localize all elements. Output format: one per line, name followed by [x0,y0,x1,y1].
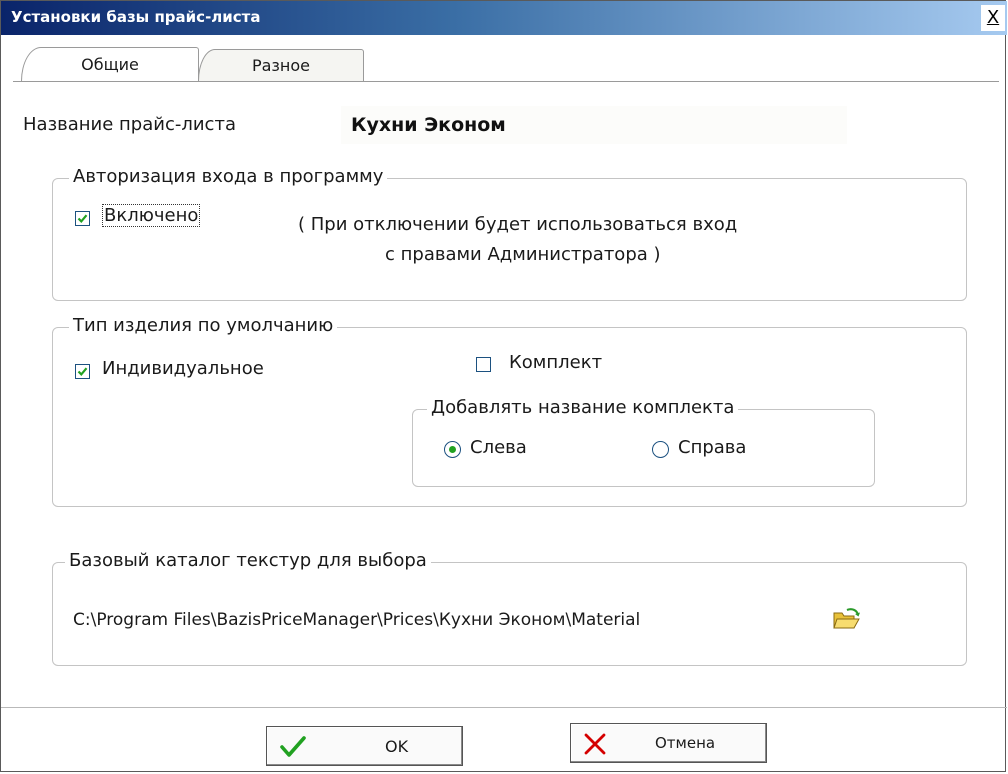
price-list-name-field[interactable]: Кухни Эконом [341,106,847,144]
auth-enabled-checkbox[interactable] [75,211,90,226]
checkmark-icon [279,735,307,763]
dialog-window: Установки базы прайс-листа X Общие Разно… [0,0,1007,772]
checkmark-icon [77,214,88,224]
tab-misc-label: Разное [251,56,311,75]
title-bar[interactable]: Установки базы прайс-листа [1,1,1007,35]
auth-enabled-label[interactable]: Включено [102,204,201,227]
individual-checkbox[interactable] [75,364,90,379]
radio-left-label[interactable]: Слева [470,437,527,458]
add-set-name-legend: Добавлять название комплекта [427,397,739,418]
close-button[interactable]: X [981,5,1005,31]
close-icon: X [986,7,1000,28]
texture-path: C:\Program Files\BazisPriceManager\Price… [73,610,641,630]
window-title: Установки базы прайс-листа [11,8,261,26]
tab-general[interactable]: Общие [21,47,199,81]
cancel-x-icon [583,733,607,759]
ok-button-label: OK [385,737,409,756]
cancel-button[interactable]: Отмена [570,723,767,763]
auth-group: Авторизация входа в программу [52,166,967,301]
open-folder-icon[interactable] [832,606,862,632]
radio-left[interactable] [444,441,461,458]
auth-note-line2: с правами Администратора ) [385,244,661,265]
set-checkbox[interactable] [476,357,491,372]
tab-misc[interactable]: Разное [198,49,364,81]
radio-right-label[interactable]: Справа [678,437,746,458]
auth-note-line1: ( При отключении будет использоваться вх… [298,214,738,235]
set-label[interactable]: Комплект [509,352,602,373]
checkmark-icon [77,367,88,377]
texture-group-legend: Базовый каталог текстур для выбора [65,550,431,571]
bottom-separator [1,707,1007,708]
individual-label[interactable]: Индивидуальное [102,358,264,379]
auth-group-legend: Авторизация входа в программу [69,166,388,187]
product-type-group-legend: Тип изделия по умолчанию [69,315,338,336]
radio-right[interactable] [652,441,669,458]
tab-general-label: Общие [81,55,139,74]
cancel-button-label: Отмена [655,734,716,752]
radio-selected-dot [449,446,456,453]
price-list-name-label: Название прайс-листа [23,114,236,135]
ok-button[interactable]: OK [266,726,463,766]
